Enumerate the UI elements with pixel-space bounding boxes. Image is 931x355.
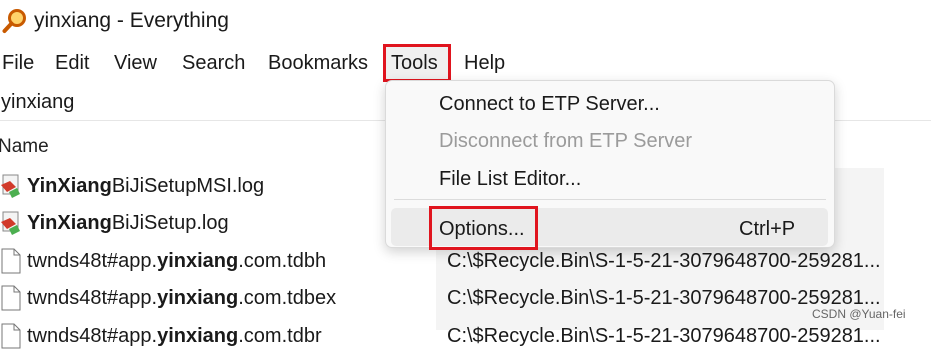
menu-edit[interactable]: Edit [55, 44, 89, 82]
menu-item-connect-etp[interactable]: Connect to ETP Server... [386, 86, 834, 122]
table-row[interactable]: twnds48t#app.yinxiang.com.tdbex C:\$Recy… [0, 280, 931, 317]
menu-item-file-list-editor[interactable]: File List Editor... [386, 161, 834, 197]
menu-view[interactable]: View [114, 44, 157, 82]
column-name-header[interactable]: Name [0, 134, 49, 160]
search-input-value: yinxiang [1, 91, 75, 113]
menu-search[interactable]: Search [182, 44, 245, 82]
menu-item-label: File List Editor... [439, 168, 582, 190]
document-icon [1, 323, 21, 349]
menu-bookmarks[interactable]: Bookmarks [268, 44, 368, 82]
menu-item-shortcut: Ctrl+P [739, 218, 796, 240]
setup-log-icon [1, 211, 20, 235]
menu-item-disconnect-etp: Disconnect from ETP Server [386, 123, 834, 159]
setup-log-icon [1, 174, 20, 198]
menu-bar: File Edit View Search Bookmarks Tools He… [0, 44, 931, 82]
menu-tools[interactable]: Tools [383, 44, 451, 82]
document-icon [1, 248, 21, 274]
menu-item-label: Connect to ETP Server... [439, 93, 660, 115]
menu-item-label: Disconnect from ETP Server [439, 130, 693, 152]
row-file-name: twnds48t#app.yinxiang.com.tdbex [27, 287, 337, 309]
row-path: C:\$Recycle.Bin\S-1-5-21-3079648700-2592… [447, 325, 881, 347]
row-file-name: YinXiangBiJiSetup.log [27, 212, 229, 234]
table-row[interactable]: twnds48t#app.yinxiang.com.tdbr C:\$Recyc… [0, 318, 931, 355]
row-file-name: twnds48t#app.yinxiang.com.tdbh [27, 250, 327, 272]
row-path: C:\$Recycle.Bin\S-1-5-21-3079648700-2592… [447, 250, 881, 272]
watermark: CSDN @Yuan-fei [812, 307, 906, 321]
window-title: yinxiang - Everything [34, 9, 229, 32]
menu-file[interactable]: File [2, 44, 34, 82]
title-bar: yinxiang - Everything [0, 0, 931, 42]
menu-help[interactable]: Help [464, 44, 505, 82]
menu-separator [394, 199, 826, 200]
magnifier-icon [2, 9, 26, 33]
options-highlight-box [429, 206, 538, 250]
tools-dropdown-menu: Connect to ETP Server... Disconnect from… [385, 80, 835, 250]
document-icon [1, 285, 21, 311]
row-file-name: YinXiangBiJiSetupMSI.log [27, 175, 265, 197]
row-file-name: twnds48t#app.yinxiang.com.tdbr [27, 325, 322, 347]
